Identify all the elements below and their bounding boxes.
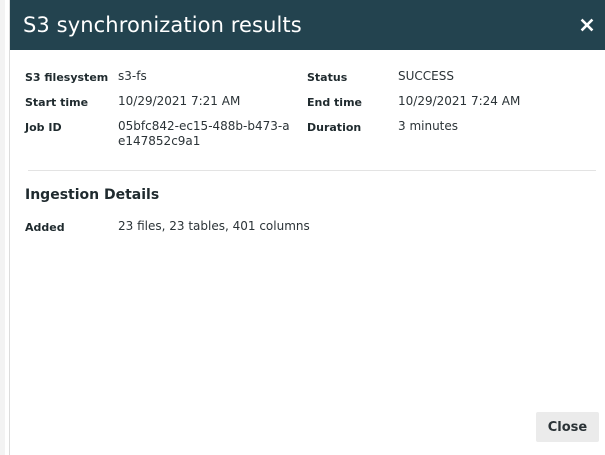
added-value: 23 files, 23 tables, 401 columns: [118, 219, 310, 233]
status-label: Status: [307, 71, 348, 84]
duration-value: 3 minutes: [398, 119, 459, 133]
close-icon[interactable]: [576, 14, 598, 36]
ingestion-details-heading: Ingestion Details: [25, 187, 160, 203]
s3-filesystem-label: S3 filesystem: [25, 71, 109, 84]
dialog-title: S3 synchronization results: [23, 13, 302, 37]
job-id-value: 05bfc842-ec15-488b-b473-ae147852c9a1: [118, 119, 290, 148]
page: S3 synchronization results S3 filesystem…: [0, 0, 605, 455]
duration-label: Duration: [307, 121, 362, 134]
start-time-label: Start time: [25, 96, 89, 109]
end-time-value: 10/29/2021 7:24 AM: [398, 94, 521, 108]
job-id-label: Job ID: [25, 121, 62, 134]
background-panel-edge: [0, 0, 5, 455]
sync-results-dialog: S3 synchronization results S3 filesystem…: [9, 0, 605, 455]
end-time-label: End time: [307, 96, 362, 109]
section-divider: [28, 170, 596, 171]
dialog-header: S3 synchronization results: [10, 0, 605, 50]
added-label: Added: [25, 221, 65, 234]
s3-filesystem-value: s3-fs: [118, 69, 147, 83]
status-value: SUCCESS: [398, 69, 454, 83]
start-time-value: 10/29/2021 7:21 AM: [118, 94, 241, 108]
close-button[interactable]: Close: [536, 412, 599, 442]
